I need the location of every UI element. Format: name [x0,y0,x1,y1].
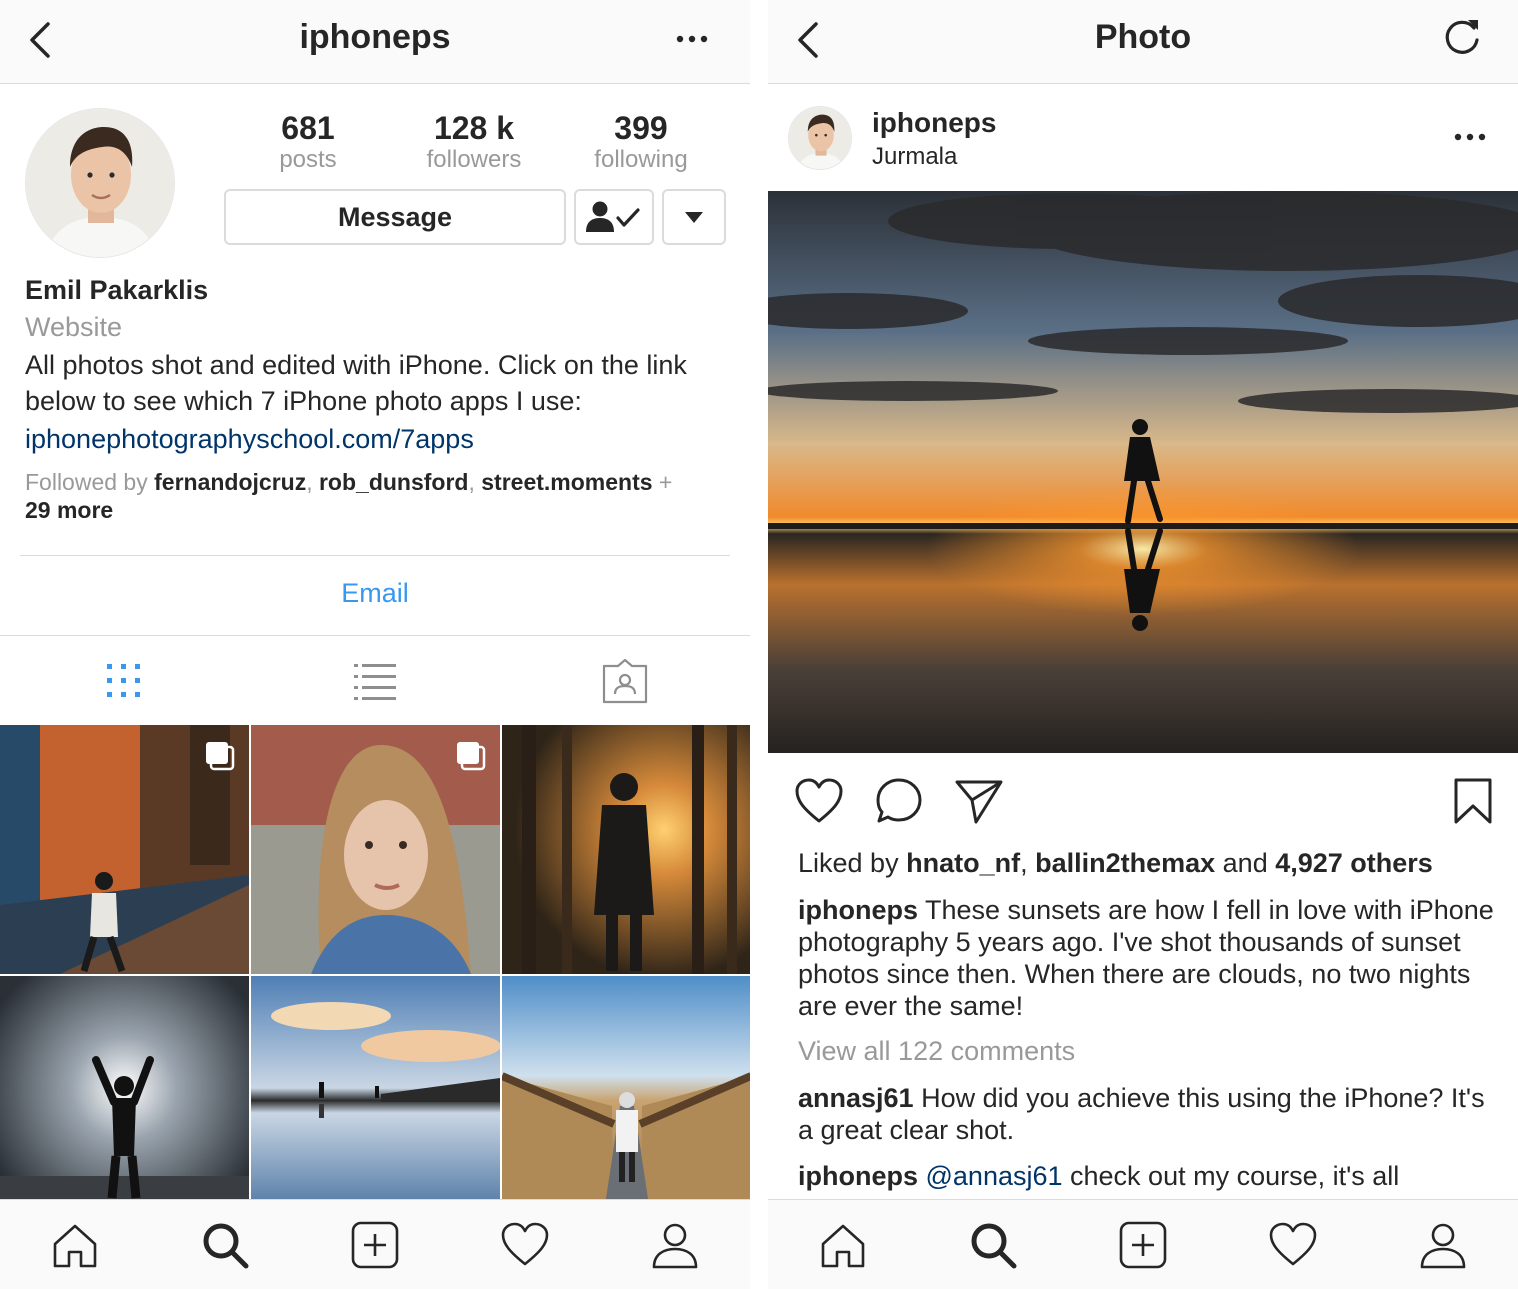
profile-bio-link[interactable]: iphonephotographyschool.com/7apps [25,424,474,455]
comment-username[interactable]: annasj61 [798,1083,914,1113]
comment-bubble-icon[interactable] [874,776,924,826]
profile-icon[interactable] [1418,1220,1468,1270]
photo-post-screen: Photo iphoneps Jurmala Liked by hnato_nf… [768,0,1518,1289]
post-photo[interactable] [768,191,1518,753]
liker-username[interactable]: ballin2themax [1035,848,1215,878]
message-button[interactable]: Message [224,189,566,245]
followers-count: 128 k [433,110,515,146]
comment: iphoneps @annasj61 check out my course, … [798,1160,1498,1192]
following-status-button[interactable] [574,189,654,245]
bottom-tab-bar [768,1199,1518,1289]
following-label: following [594,146,688,173]
photo-grid [0,725,750,1225]
likes-prefix: Liked by [798,848,907,878]
home-icon[interactable] [818,1220,868,1270]
grid-photo[interactable] [251,725,500,974]
photo-navbar: Photo [768,0,1518,84]
comment-username[interactable]: iphoneps [798,1161,918,1191]
search-icon[interactable] [200,1220,250,1270]
following-count: 399 [614,110,668,146]
followers-label: followers [426,146,522,173]
grid-photo[interactable] [502,976,750,1225]
view-all-comments-link[interactable]: View all 122 comments [798,1036,1075,1067]
profile-avatar[interactable] [25,108,175,258]
profile-full-name: Emil Pakarklis [25,275,209,305]
share-send-icon[interactable] [954,776,1004,826]
caption-username[interactable]: iphoneps [798,895,918,925]
followed-by-user[interactable]: street.moments [481,469,652,495]
comment-text: check out my course, it's all [1062,1161,1400,1191]
likes-and: and [1215,848,1276,878]
profile-icon[interactable] [650,1220,700,1270]
heart-activity-icon[interactable] [1268,1220,1318,1270]
profile-navbar: iphoneps [0,0,750,84]
bottom-tab-bar [0,1199,750,1289]
back-arrow-icon[interactable] [790,20,830,60]
add-post-icon[interactable] [1118,1220,1168,1270]
view-tabs-divider [0,635,750,636]
suggestions-dropdown-button[interactable] [662,189,726,245]
likes-others-count[interactable]: 4,927 others [1275,848,1433,878]
likes-summary[interactable]: Liked by hnato_nf, ballin2themax and 4,9… [798,848,1433,879]
search-icon[interactable] [968,1220,1018,1270]
liker-username[interactable]: hnato_nf [906,848,1020,878]
stat-followers[interactable]: 128 k followers [394,110,554,174]
comment-mention[interactable]: @annasj61 [918,1161,1063,1191]
home-icon[interactable] [50,1220,100,1270]
followed-by-user[interactable]: rob_dunsford [319,469,469,495]
profile-username-title: iphoneps [299,18,451,56]
profile-bio-text: All photos shot and edited with iPhone. … [25,350,687,416]
followed-by-plus: + [652,469,673,495]
list-view-icon[interactable] [350,656,400,706]
post-author-username[interactable]: iphoneps [872,107,996,139]
photo-title: Photo [1094,18,1192,56]
grid-view-icon[interactable] [99,656,149,706]
grid-photo[interactable] [0,976,249,1225]
post-caption: iphoneps These sunsets are how I fell in… [798,894,1498,1022]
back-arrow-icon[interactable] [22,20,62,60]
post-author-avatar[interactable] [788,106,852,170]
grid-photo[interactable] [0,725,249,974]
posts-label: posts [279,146,337,173]
tagged-photos-icon[interactable] [600,656,650,706]
multiple-photos-icon [206,742,235,771]
heart-activity-icon[interactable] [500,1220,550,1270]
contact-divider [20,555,730,556]
profile-website-category: Website [25,312,123,342]
profile-screen: iphoneps 681 posts 128 k followers 399 f… [0,0,750,1289]
grid-photo[interactable] [502,725,750,974]
stat-following[interactable]: 399 following [561,110,721,174]
person-check-icon [586,201,640,232]
post-location[interactable]: Jurmala [872,143,957,171]
multiple-photos-icon [457,742,486,771]
email-button[interactable]: Email [0,578,750,609]
followed-by-text[interactable]: Followed by fernandojcruz, rob_dunsford,… [25,468,735,524]
screen-separator [750,0,768,1289]
followed-by-more[interactable]: 29 more [25,497,113,523]
comment: annasj61 How did you achieve this using … [798,1082,1498,1146]
like-heart-icon[interactable] [794,776,844,826]
more-options-icon[interactable] [672,24,712,54]
bookmark-icon[interactable] [1448,776,1498,826]
caret-down-icon [685,212,703,223]
posts-count: 681 [281,110,335,146]
post-options-icon[interactable] [1450,122,1490,152]
stat-posts[interactable]: 681 posts [228,110,388,174]
followed-by-user[interactable]: fernandojcruz [154,469,306,495]
likes-separator: , [1020,848,1036,878]
followed-by-prefix: Followed by [25,469,155,495]
refresh-icon[interactable] [1440,16,1484,60]
add-post-icon[interactable] [350,1220,400,1270]
grid-photo[interactable] [251,976,500,1225]
